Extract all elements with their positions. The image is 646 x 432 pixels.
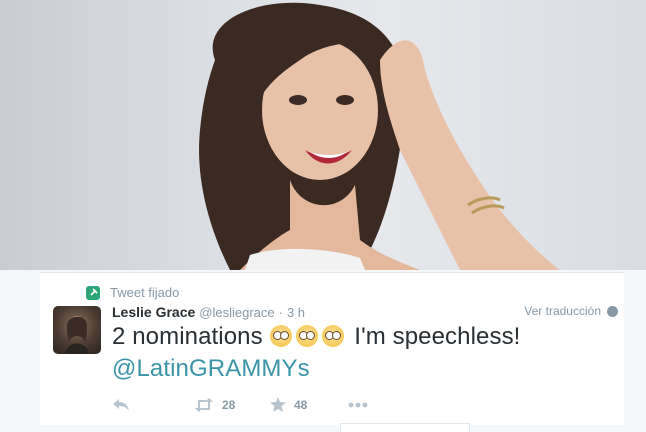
separator: ·: [278, 305, 283, 320]
avatar[interactable]: [53, 306, 101, 354]
tweet-text: 2 nominations I'm speechless! @LatinGRAM…: [112, 321, 612, 385]
star-icon: [270, 397, 286, 412]
retweet-count[interactable]: 28: [222, 398, 262, 412]
reply-button[interactable]: [112, 398, 142, 412]
translate-label[interactable]: Ver traducción: [524, 304, 601, 318]
flushed-face-icon: [269, 325, 292, 347]
portrait-illustration: [199, 2, 560, 270]
more-menu-popup: [340, 423, 470, 432]
more-button[interactable]: [348, 402, 368, 408]
tweet-text-part2: I'm speechless!: [354, 323, 521, 350]
display-name[interactable]: Leslie Grace: [112, 304, 195, 320]
avatar-portrait: [65, 316, 89, 354]
more-icon: [348, 402, 368, 407]
flushed-face-icon: [295, 325, 318, 347]
mention-link[interactable]: @LatinGRAMMYs: [112, 355, 310, 382]
header-photo: [0, 0, 646, 270]
globe-icon: [607, 305, 618, 317]
favorite-button[interactable]: [270, 397, 286, 412]
handle[interactable]: @lesliegrace: [199, 305, 274, 320]
pin-icon: [86, 285, 100, 300]
tweet-text-part1: 2 nominations: [112, 323, 263, 350]
pinned-label: Tweet fijado: [110, 285, 180, 300]
flushed-face-icon: [321, 325, 344, 347]
pinned-tweet[interactable]: Tweet fijado Leslie Grace @lesliegrace ·…: [40, 273, 624, 425]
tweet-header: Leslie Grace @lesliegrace · 3 h: [112, 304, 305, 320]
translate-link[interactable]: Ver traducción: [524, 304, 618, 318]
retweet-button[interactable]: [194, 397, 214, 412]
reply-icon: [113, 398, 129, 411]
pinned-indicator: Tweet fijado: [86, 285, 179, 300]
favorite-count[interactable]: 48: [294, 398, 334, 412]
tweet-actions: 28 48: [112, 397, 368, 412]
retweet-icon: [195, 397, 213, 412]
timestamp[interactable]: 3 h: [287, 305, 305, 320]
